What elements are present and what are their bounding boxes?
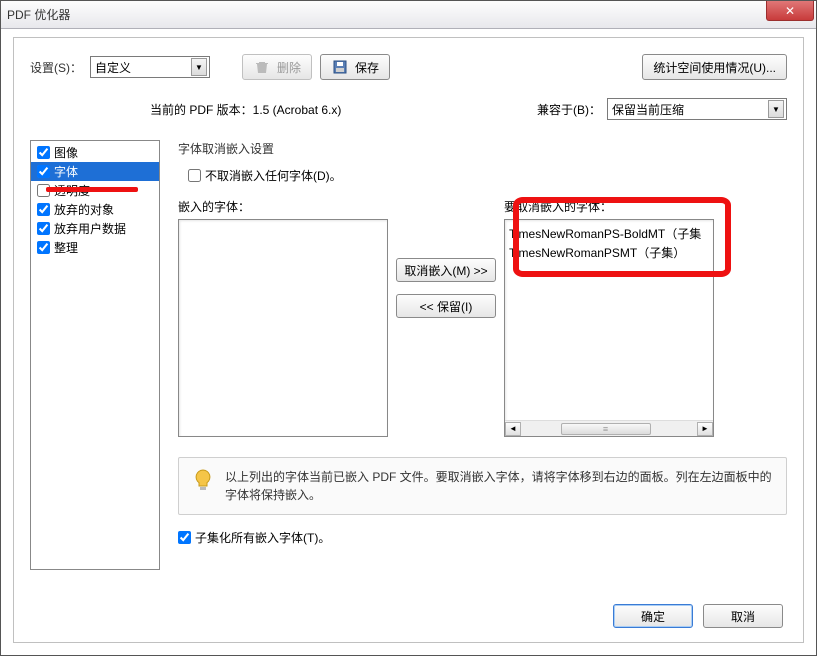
sidebar-item-cleanup[interactable]: 整理 xyxy=(31,238,159,257)
info-text: 以上列出的字体当前已嵌入 PDF 文件。要取消嵌入字体，请将字体移到右边的面板。… xyxy=(225,468,774,504)
sidebar-check-cleanup[interactable] xyxy=(37,241,50,254)
dialog-body: 设置(S)： 自定义 ▼ 删除 保存 统计空间使用情况(U)... xyxy=(13,37,804,643)
delete-button[interactable]: 删除 xyxy=(242,54,312,80)
chevron-down-icon: ▼ xyxy=(768,100,784,118)
sidebar-item-images[interactable]: 图像 xyxy=(31,143,159,162)
embedded-fonts-list[interactable] xyxy=(178,219,388,437)
current-version-label: 当前的 PDF 版本：1.5 (Acrobat 6.x) xyxy=(150,101,341,118)
sidebar-check-discard-objects[interactable] xyxy=(37,203,50,216)
no-unembed-checkbox[interactable] xyxy=(188,169,201,182)
close-button[interactable]: ✕ xyxy=(766,1,814,21)
compat-combo-value: 保留当前压缩 xyxy=(612,101,684,118)
subset-all-label: 子集化所有嵌入字体(T)。 xyxy=(195,529,330,546)
sidebar-check-images[interactable] xyxy=(37,146,50,159)
dialog-footer: 确定 取消 xyxy=(613,604,783,628)
scroll-right-icon[interactable]: ► xyxy=(697,422,713,436)
section-title: 字体取消嵌入设置 xyxy=(178,140,787,157)
keep-move-button[interactable]: << 保留(I) xyxy=(396,294,496,318)
pdf-optimizer-window: PDF 优化器 ✕ 设置(S)： 自定义 ▼ 删除 保存 xyxy=(0,0,817,656)
meta-row: 当前的 PDF 版本：1.5 (Acrobat 6.x) 兼容于(B)： 保留当… xyxy=(30,98,787,120)
annotation-rectangle xyxy=(513,197,731,277)
compat-combo[interactable]: 保留当前压缩 ▼ xyxy=(607,98,787,120)
save-button[interactable]: 保存 xyxy=(320,54,390,80)
chevron-down-icon: ▼ xyxy=(191,58,207,76)
embedded-fonts-label: 嵌入的字体： xyxy=(178,198,388,215)
cancel-button[interactable]: 取消 xyxy=(703,604,783,628)
settings-combo[interactable]: 自定义 ▼ xyxy=(90,56,210,78)
scroll-thumb[interactable]: ≡ xyxy=(561,423,651,435)
info-box: 以上列出的字体当前已嵌入 PDF 文件。要取消嵌入字体，请将字体移到右边的面板。… xyxy=(178,457,787,515)
compat-label: 兼容于(B)： xyxy=(537,101,601,118)
ok-button[interactable]: 确定 xyxy=(613,604,693,628)
titlebar: PDF 优化器 ✕ xyxy=(1,1,816,29)
sidebar-item-discard-objects[interactable]: 放弃的对象 xyxy=(31,200,159,219)
sidebar-check-discard-userdata[interactable] xyxy=(37,222,50,235)
close-icon: ✕ xyxy=(785,4,795,18)
settings-label: 设置(S)： xyxy=(30,59,82,76)
sidebar-item-fonts[interactable]: 字体 xyxy=(31,162,159,181)
sidebar-check-fonts[interactable] xyxy=(37,165,50,178)
window-title: PDF 优化器 xyxy=(7,6,70,23)
top-toolbar: 设置(S)： 自定义 ▼ 删除 保存 统计空间使用情况(U)... xyxy=(30,54,787,80)
settings-combo-value: 自定义 xyxy=(95,59,131,76)
floppy-icon xyxy=(331,58,349,76)
no-unembed-label: 不取消嵌入任何字体(D)。 xyxy=(205,167,342,184)
annotation-underline xyxy=(46,187,138,192)
audit-space-button[interactable]: 统计空间使用情况(U)... xyxy=(642,54,787,80)
lightbulb-icon xyxy=(191,468,215,492)
trash-icon xyxy=(253,58,271,76)
unembed-move-button[interactable]: 取消嵌入(M) >> xyxy=(396,258,496,282)
sidebar-item-discard-userdata[interactable]: 放弃用户数据 xyxy=(31,219,159,238)
scroll-left-icon[interactable]: ◄ xyxy=(505,422,521,436)
subset-all-checkbox[interactable] xyxy=(178,531,191,544)
horizontal-scrollbar[interactable]: ◄ ≡ ► xyxy=(505,420,713,436)
category-sidebar: 图像 字体 透明度 放弃的对象 放弃用户数据 整理 xyxy=(30,140,160,570)
